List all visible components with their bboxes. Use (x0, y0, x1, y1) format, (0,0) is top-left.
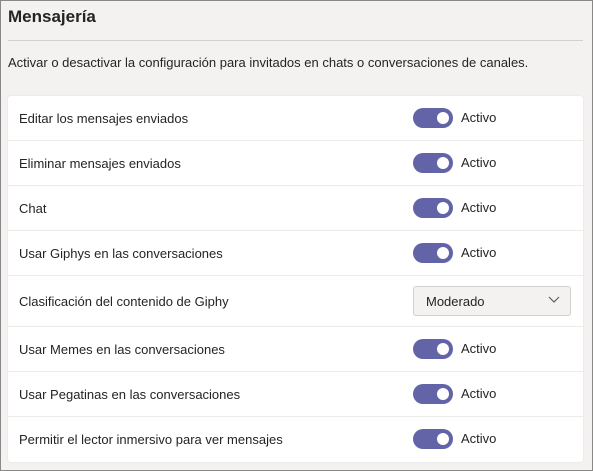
giphy-rating-dropdown[interactable]: Moderado (413, 286, 571, 316)
toggle-state: Activo (461, 386, 497, 401)
setting-label: Chat (19, 201, 47, 216)
giphy-toggle[interactable] (413, 243, 453, 263)
setting-row-immersive-reader: Permitir el lector inmersivo para ver me… (8, 417, 583, 461)
memes-toggle[interactable] (413, 339, 453, 359)
setting-label: Permitir el lector inmersivo para ver me… (19, 432, 283, 447)
setting-row-stickers: Usar Pegatinas en las conversaciones Act… (8, 372, 583, 417)
setting-row-giphy-rating: Clasificación del contenido de Giphy Mod… (8, 276, 583, 327)
setting-row-memes: Usar Memes en las conversaciones Activo (8, 327, 583, 372)
setting-row-delete-messages: Eliminar mensajes enviados Activo (8, 141, 583, 186)
setting-label: Editar los mensajes enviados (19, 111, 189, 126)
edit-messages-toggle[interactable] (413, 108, 453, 128)
settings-panel: Mensajería Activar o desactivar la confi… (0, 0, 593, 471)
setting-label: Eliminar mensajes enviados (19, 156, 181, 171)
toggle-state: Activo (461, 431, 497, 446)
toggle-knob (437, 202, 449, 214)
section-description: Activar o desactivar la configuración pa… (8, 55, 529, 70)
dropdown-value: Moderado (426, 294, 485, 309)
toggle-state: Activo (461, 110, 497, 125)
chat-toggle[interactable] (413, 198, 453, 218)
toggle-knob (437, 247, 449, 259)
setting-row-giphy: Usar Giphys en las conversaciones Activo (8, 231, 583, 276)
toggle-state: Activo (461, 200, 497, 215)
immersive-reader-toggle[interactable] (413, 429, 453, 449)
toggle-knob (437, 433, 449, 445)
toggle-knob (437, 157, 449, 169)
toggle-state: Activo (461, 245, 497, 260)
section-title: Mensajería (8, 7, 96, 26)
chevron-down-icon (548, 296, 560, 303)
setting-row-chat: Chat Activo (8, 186, 583, 231)
setting-label: Clasificación del contenido de Giphy (19, 294, 229, 309)
stickers-toggle[interactable] (413, 384, 453, 404)
toggle-knob (437, 343, 449, 355)
toggle-knob (437, 112, 449, 124)
setting-row-edit-messages: Editar los mensajes enviados Activo (8, 96, 583, 141)
settings-card: Editar los mensajes enviados Activo Elim… (8, 96, 583, 462)
setting-label: Usar Memes en las conversaciones (19, 342, 225, 357)
toggle-knob (437, 388, 449, 400)
delete-messages-toggle[interactable] (413, 153, 453, 173)
toggle-state: Activo (461, 155, 497, 170)
toggle-state: Activo (461, 341, 497, 356)
setting-label: Usar Giphys en las conversaciones (19, 246, 223, 261)
setting-label: Usar Pegatinas en las conversaciones (19, 387, 241, 402)
divider (8, 40, 583, 41)
